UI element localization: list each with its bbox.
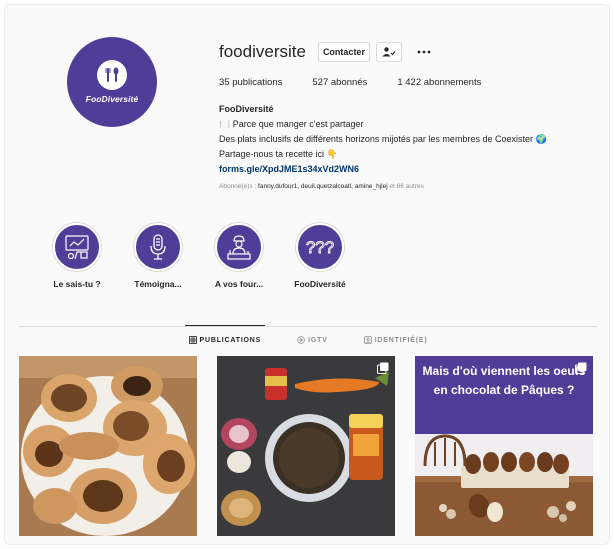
igtv-icon [297,336,305,344]
username-row: foodiversite Contacter [219,41,434,63]
tab-identifie[interactable]: IDENTIFIÉ(E) [363,336,428,344]
question-marks-icon: ??? [296,223,344,271]
username: foodiversite [219,42,306,61]
post-tile-easter-eggs[interactable]: Mais d'où viennent les oeufs en chocolat… [415,356,593,536]
contact-button[interactable]: Contacter [317,42,370,62]
profile-avatar[interactable]: FooDiversité [67,37,157,127]
more-options-button[interactable] [414,42,434,62]
post-tile-flatbreads[interactable] [19,356,197,536]
more-dots-icon [417,50,431,54]
followers-prefix: Abonné(e)s : [219,183,259,190]
following-button[interactable] [375,42,402,62]
post-caption-overlay: Mais d'où viennent les oeufs en chocolat… [415,356,593,434]
ingredients-photo [217,356,395,536]
highlight-a-vos-fourneaux[interactable]: A vos four... [199,223,279,289]
fork-spoon-icon [97,60,127,90]
highlight-label: Le sais-tu ? [53,279,101,289]
profile-tabs: PUBLICATIONS IGTV IDENTIFIÉ(E) [5,336,609,344]
bio-name: FooDiversité [219,104,274,114]
tabs-divider [19,326,597,327]
tab-label: PUBLICATIONS [199,336,262,344]
bio-line-3: Partage-nous ta recette ici 👇 [219,149,338,159]
profile-stats: 35 publications 527 abonnés 1 422 abonne… [219,77,481,88]
multiple-photos-icon [377,362,389,374]
bio-link[interactable]: forms.gle/XpdJME1s34xVd2WN6 [219,162,599,177]
presentation-icon [53,223,101,271]
story-highlights: Le sais-tu ? Témoigna... A vos four... ?… [5,223,609,303]
highlight-label: A vos four... [214,279,264,289]
active-tab-indicator [185,325,265,326]
mutual-followers[interactable]: Abonné(e)s : fanny.dufour1, deuil.quetza… [219,183,424,190]
grid-icon [188,336,197,344]
followers-suffix: et 66 autres [387,183,424,190]
flatbreads-photo [19,356,197,536]
bio-line-2: Des plats inclusifs de différents horizo… [219,134,547,144]
profile-bio: FooDiversité 🍽️ Parce que manger c'est p… [219,102,599,177]
avatar-brand-text: FooDiversité [85,94,139,104]
highlight-foodiversite[interactable]: ??? FooDiversité [280,223,360,289]
microphone-icon [134,223,182,271]
person-check-icon [382,47,396,57]
chef-icon [215,223,263,271]
profile-page: FooDiversité foodiversite Contacter 35 p… [4,4,610,545]
highlight-le-sais-tu[interactable]: Le sais-tu ? [37,223,117,289]
svg-text:???: ??? [306,238,334,257]
followers-names: fanny.dufour1, deuil.quetzalcoatl, amine… [258,183,388,190]
tab-publications[interactable]: PUBLICATIONS [188,336,262,344]
post-tile-ingredients[interactable] [217,356,395,536]
tab-label: IGTV [308,336,328,344]
bio-line-1: 🍽️ Parce que manger c'est partager [219,119,364,129]
highlight-label: Témoigna... [134,279,182,289]
following-count[interactable]: 1 422 abonnements [397,77,481,88]
posts-count: 35 publications [219,77,283,88]
highlight-label: FooDiversité [294,279,346,289]
tab-igtv[interactable]: IGTV [297,336,328,344]
tab-label: IDENTIFIÉ(E) [374,336,428,344]
followers-count[interactable]: 527 abonnés [312,77,367,88]
tagged-icon [363,336,372,344]
multiple-photos-icon [575,362,587,374]
highlight-temoignages[interactable]: Témoigna... [118,223,198,289]
